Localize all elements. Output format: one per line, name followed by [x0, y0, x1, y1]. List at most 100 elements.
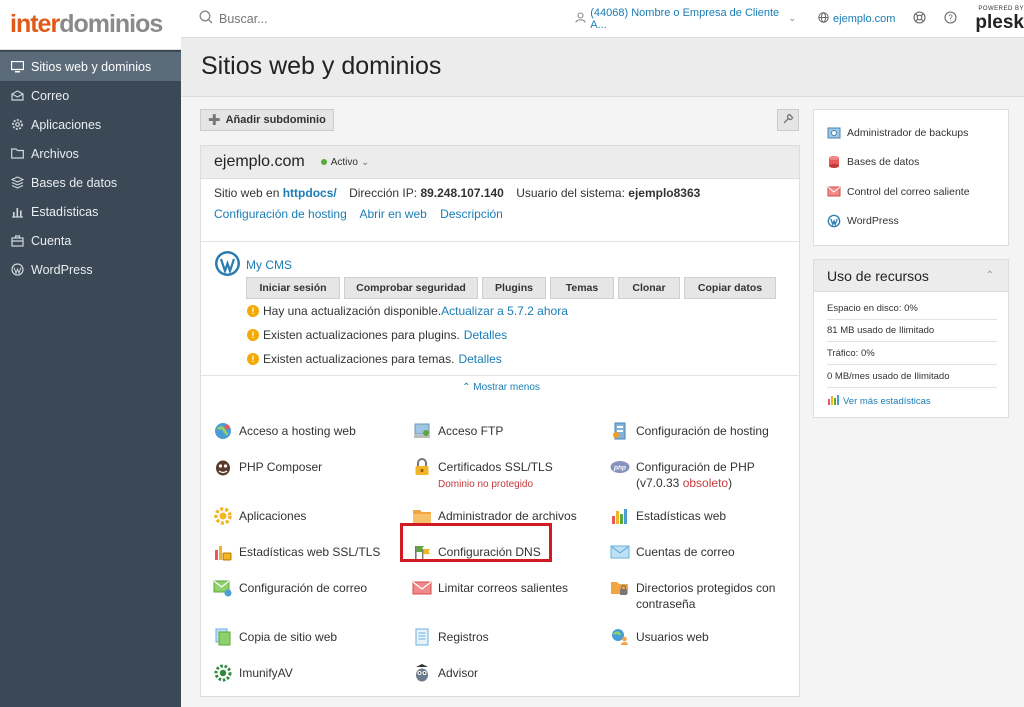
domain-name-title[interactable]: ejemplo.com	[214, 153, 305, 171]
open-in-web-link[interactable]: Abrir en web	[359, 207, 426, 221]
sidebar-item-files[interactable]: Archivos	[0, 139, 181, 168]
clone-button[interactable]: Clonar	[618, 277, 680, 299]
sidebar-item-statistics[interactable]: Estadísticas	[0, 197, 181, 226]
resource-usage-header[interactable]: Uso de recursos ⌃	[814, 260, 1008, 292]
copy-data-button[interactable]: Copiar datos	[684, 277, 776, 299]
update-link[interactable]: Actualizar a 5.7.2 ahora	[441, 304, 568, 318]
databases-link[interactable]: Bases de datos	[827, 155, 919, 169]
sidebar: inter dominios Sitios web y dominios Corr…	[0, 0, 181, 707]
domain-link[interactable]: ejemplo.com	[818, 11, 895, 26]
more-statistics-label[interactable]: Ver más estadísticas	[843, 396, 931, 407]
lifebuoy-icon	[913, 10, 926, 27]
gear-icon	[10, 118, 24, 132]
tool-label: Aplicaciones	[239, 509, 307, 523]
monitor-icon	[10, 60, 24, 74]
search-input[interactable]	[219, 11, 519, 26]
tool-applications[interactable]: Aplicaciones	[213, 506, 306, 526]
tool-ftp-access[interactable]: Acceso FTP	[412, 421, 503, 441]
disk-usage-detail: 81 MB usado de Ilimitado	[827, 325, 935, 336]
sidebar-item-wordpress[interactable]: WordPress	[0, 255, 181, 284]
help-center-button[interactable]	[913, 10, 926, 27]
tool-ssl-web-statistics[interactable]: Estadísticas web SSL/TLS	[213, 542, 380, 562]
globe-user-icon	[213, 421, 233, 441]
top-right-controls: (44068) Nombre o Empresa de Cliente A...…	[575, 6, 1024, 32]
mail-icon	[10, 89, 24, 103]
svg-text:?: ?	[949, 13, 954, 22]
warning-text: Hay una actualización disponible.	[263, 304, 442, 318]
tool-hosting-access[interactable]: Acceso a hosting web	[213, 421, 356, 441]
brand-logo[interactable]: inter dominios	[0, 0, 181, 50]
outgoing-mail-control-link[interactable]: Control del correo saliente	[827, 185, 970, 199]
tool-logs[interactable]: Registros	[412, 627, 489, 647]
tool-web-users[interactable]: Usuarios web	[610, 627, 709, 647]
tool-mail-accounts[interactable]: Cuentas de correo	[610, 542, 735, 562]
logo-text-part1: inter	[10, 10, 60, 38]
tool-label: Registros	[438, 630, 489, 644]
tool-label: Acceso FTP	[438, 424, 504, 438]
chevron-up-icon: ⌃	[462, 382, 474, 393]
tool-ssl-text: Certificados SSL/TLS Dominio no protegido	[438, 457, 553, 491]
sidebar-item-label: WordPress	[31, 262, 93, 277]
wordpress-link[interactable]: WordPress	[827, 214, 899, 228]
tool-label: PHP Composer	[239, 460, 323, 474]
sidebar-item-label: Cuenta	[31, 233, 72, 248]
plugins-details-link[interactable]: Detalles	[464, 328, 507, 342]
tool-website-copy[interactable]: Copia de sitio web	[213, 627, 337, 647]
account-name: (44068) Nombre o Empresa de Cliente A...	[590, 6, 780, 31]
sidebar-item-mail[interactable]: Correo	[0, 81, 181, 110]
tool-ssl-certificates[interactable]: Certificados SSL/TLS Dominio no protegido	[412, 457, 553, 491]
backup-manager-link[interactable]: Administrador de backups	[827, 126, 968, 140]
tool-advisor[interactable]: Advisor	[412, 663, 478, 683]
themes-details-link[interactable]: Detalles	[458, 352, 501, 366]
tool-limit-outgoing-mail[interactable]: Limitar correos salientes	[412, 578, 568, 598]
cms-title-link[interactable]: My CMS	[246, 258, 292, 272]
help-button[interactable]: ?	[944, 10, 957, 27]
divider	[827, 387, 997, 388]
description-link[interactable]: Descripción	[440, 207, 503, 221]
customize-button[interactable]	[777, 109, 799, 131]
site-dir-link[interactable]: httpdocs/	[283, 186, 337, 200]
tool-web-statistics[interactable]: Estadísticas web	[610, 506, 726, 526]
plugins-warning: ! Existen actualizaciones para plugins. D…	[247, 328, 507, 342]
log-document-icon	[412, 627, 432, 647]
tool-protected-directories[interactable]: Directorios protegidos con contraseña	[610, 578, 775, 612]
warning-text: Existen actualizaciones para plugins.	[263, 328, 460, 342]
tool-mail-settings[interactable]: Configuración de correo	[213, 578, 367, 598]
globe-icon	[818, 11, 829, 26]
user-value: ejemplo8363	[628, 186, 701, 200]
security-check-button[interactable]: Comprobar seguridad	[344, 277, 478, 299]
sidebar-item-account[interactable]: Cuenta	[0, 226, 181, 255]
disk-usage-text: Espacio en disco: 0%	[827, 303, 918, 314]
divider	[827, 319, 997, 320]
login-button[interactable]: Iniciar sesión	[246, 277, 340, 299]
account-menu[interactable]: (44068) Nombre o Empresa de Cliente A...…	[575, 7, 796, 31]
tool-hosting-settings[interactable]: Configuración de hosting	[610, 421, 769, 441]
more-statistics-link[interactable]: Ver más estadísticas	[827, 394, 997, 408]
tool-label: Copia de sitio web	[239, 630, 338, 644]
tool-php-settings[interactable]: php Configuración de PHP (v7.0.33 obsolet…	[610, 457, 755, 491]
wordpress-icon	[10, 263, 24, 277]
sidebar-item-websites[interactable]: Sitios web y dominios	[0, 52, 181, 81]
themes-button[interactable]: Temas	[550, 277, 614, 299]
resource-usage-panel: Uso de recursos ⌃ Espacio en disco: 0% 8…	[813, 259, 1009, 418]
tool-php-composer[interactable]: PHP Composer	[213, 457, 322, 477]
plus-icon: ✚	[208, 112, 221, 129]
status-badge[interactable]: Activo ⌄	[320, 157, 369, 168]
add-subdomain-label: Añadir subdominio	[225, 114, 326, 126]
tool-imunifyav[interactable]: ImunifyAV	[213, 663, 293, 683]
site-prefix: Sitio web en	[214, 186, 280, 200]
sidebar-item-label: Correo	[31, 88, 70, 103]
sidebar-item-applications[interactable]: Aplicaciones	[0, 110, 181, 139]
plugins-button[interactable]: Plugins	[482, 277, 546, 299]
php-obsolete-link[interactable]: obsoleto	[683, 476, 728, 490]
resource-usage-title: Uso de recursos	[827, 267, 929, 284]
advisor-owl-icon	[412, 663, 432, 683]
add-subdomain-button[interactable]: ✚ Añadir subdominio	[200, 109, 334, 131]
locked-folder-icon	[610, 578, 630, 598]
php-version-text: (v7.0.33 obsoleto)	[636, 476, 732, 490]
sidebar-item-databases[interactable]: Bases de datos	[0, 168, 181, 197]
tool-label: Advisor	[438, 666, 479, 680]
wordpress-label: WordPress	[847, 215, 899, 227]
hosting-settings-link[interactable]: Configuración de hosting	[214, 207, 347, 221]
show-less-link[interactable]: ⌃ Mostrar menos	[462, 382, 540, 393]
